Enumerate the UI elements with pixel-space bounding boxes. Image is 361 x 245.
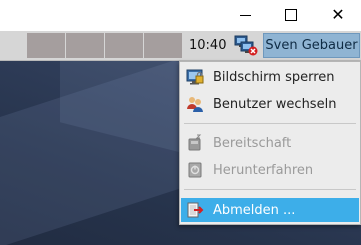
minimize-icon — [239, 15, 251, 16]
minimize-button[interactable] — [230, 4, 260, 26]
workspace-1[interactable] — [27, 33, 65, 58]
menu-item-suspend[interactable]: Bereitschaft — [181, 131, 359, 155]
network-disconnected-icon[interactable] — [234, 34, 258, 56]
window-titlebar: ✕ — [0, 0, 361, 31]
workspace-3[interactable] — [105, 33, 143, 58]
logout-icon — [186, 201, 204, 219]
workspace-pager — [27, 33, 183, 58]
user-menu-button[interactable]: Sven Gebauer — [263, 33, 360, 58]
menu-separator — [184, 189, 356, 190]
menu-item-lock-screen[interactable]: Bildschirm sperren — [181, 65, 359, 89]
menu-separator — [184, 123, 356, 124]
close-button[interactable]: ✕ — [323, 4, 353, 26]
menu-item-switch-user[interactable]: Benutzer wechseln — [181, 92, 359, 116]
switch-user-icon — [186, 95, 204, 113]
lock-screen-icon — [186, 68, 204, 86]
menu-item-logout[interactable]: Abmelden ... — [181, 198, 359, 222]
user-session-menu: Bildschirm sperren Benutzer wechseln Ber… — [179, 61, 361, 225]
workspace-2[interactable] — [66, 33, 104, 58]
menu-item-label: Benutzer wechseln — [213, 96, 337, 112]
top-panel: 10:40 Sven Gebauer — [0, 31, 361, 61]
shutdown-icon — [186, 161, 204, 179]
workspace-4[interactable] — [144, 33, 182, 58]
maximize-button[interactable] — [276, 4, 306, 26]
close-icon: ✕ — [331, 5, 345, 24]
menu-item-shutdown[interactable]: Herunterfahren — [181, 158, 359, 182]
menu-item-label: Herunterfahren — [213, 162, 314, 178]
menu-item-label: Bildschirm sperren — [213, 69, 335, 85]
menu-item-label: Abmelden ... — [213, 202, 296, 218]
clock[interactable]: 10:40 — [189, 31, 226, 60]
menu-item-label: Bereitschaft — [213, 135, 292, 151]
maximize-icon — [285, 9, 297, 21]
suspend-icon — [186, 134, 204, 152]
